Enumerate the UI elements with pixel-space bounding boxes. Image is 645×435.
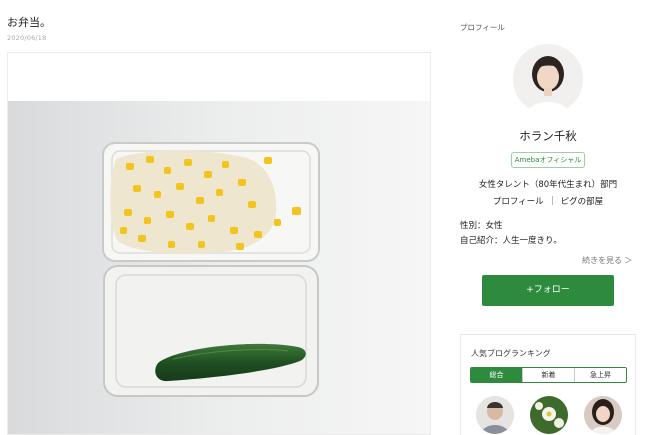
ranking-widget: 人気ブログランキング 総合 新着 急上昇 — [460, 334, 636, 435]
post-image-frame — [7, 52, 431, 435]
ranking-thumb-2[interactable] — [530, 396, 568, 434]
ranking-tabs: 総合 新着 急上昇 — [470, 367, 627, 383]
profile-heading: プロフィール — [460, 23, 505, 32]
read-more-link[interactable]: 続きを見る ＞ — [582, 255, 633, 266]
profile-avatar[interactable] — [513, 44, 583, 114]
profile-name[interactable]: ホラン千秋 — [450, 128, 645, 144]
profile-links: プロフィール ピグの部屋 — [450, 195, 645, 207]
post-title[interactable]: お弁当。 — [7, 14, 51, 30]
post-date: 2020/06/18 — [7, 34, 47, 42]
category-label[interactable]: 女性タレント（80年代生まれ）部門 — [450, 178, 645, 190]
gender-text: 性別：女性 — [460, 221, 503, 231]
bento-photo[interactable] — [8, 101, 431, 435]
tab-rising[interactable]: 急上昇 — [574, 368, 626, 382]
link-divider — [551, 196, 553, 205]
tab-overall[interactable]: 総合 — [471, 368, 522, 382]
official-badge: Amebaオフィシャル — [511, 152, 585, 168]
pigg-room-link[interactable]: ピグの部屋 — [561, 197, 604, 207]
ranking-title: 人気ブログランキング — [471, 349, 551, 358]
follow-button[interactable]: +フォロー — [482, 275, 614, 306]
tab-new[interactable]: 新着 — [522, 368, 574, 382]
self-intro-text: 自己紹介：人生一度きり。 — [460, 236, 562, 246]
ranking-thumb-1[interactable] — [476, 396, 514, 434]
profile-link[interactable]: プロフィール — [493, 197, 544, 207]
ranking-thumb-3[interactable] — [584, 396, 622, 434]
